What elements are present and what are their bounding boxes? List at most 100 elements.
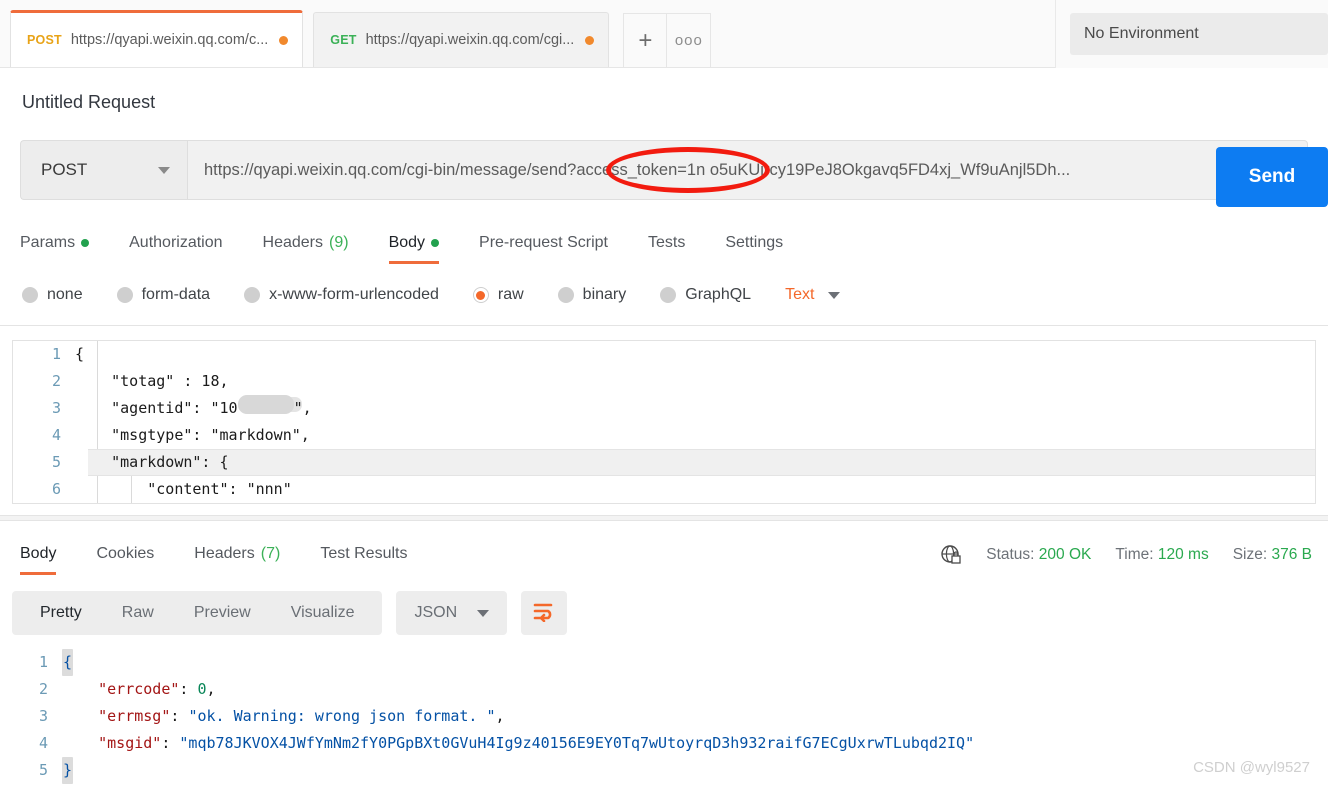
radio-raw-icon: [472, 287, 489, 303]
response-line-2: 2 "errcode": 0,: [0, 676, 1328, 703]
response-sep-4: :: [161, 734, 180, 752]
body-type-binary[interactable]: binary: [557, 286, 626, 304]
body-line-3-number: 3: [51, 399, 61, 417]
divider: [0, 325, 1328, 326]
status-label-group: Status: 200 OK: [986, 546, 1091, 564]
response-sep-3: :: [170, 707, 189, 725]
view-mode-preview[interactable]: Preview: [174, 604, 271, 622]
size-value: 376 B: [1271, 546, 1312, 563]
radio-graphql-icon: [660, 287, 677, 303]
chevron-down-icon: [158, 166, 170, 174]
response-body-viewer[interactable]: 1 { 2 "errcode": 0, 3 "errmsg": "ok. War…: [0, 649, 1328, 784]
body-line-5-number: 5: [51, 453, 61, 471]
tab-headers-count: (9): [329, 234, 349, 251]
body-type-none-label: none: [47, 286, 83, 303]
url-input[interactable]: https://qyapi.weixin.qq.com/cgi-bin/mess…: [187, 140, 1308, 200]
response-line-4-number: 4: [38, 734, 48, 752]
response-line-5-number: 5: [38, 761, 48, 779]
response-format-selector[interactable]: JSON: [396, 591, 508, 635]
body-line-3-suffix: ",: [293, 399, 312, 417]
response-line-5-text: }: [62, 757, 74, 784]
response-tab-body[interactable]: Body: [20, 545, 57, 575]
response-line-1: 1 {: [0, 649, 1328, 676]
tab-params[interactable]: Params: [20, 234, 90, 264]
http-method-value: POST: [41, 160, 88, 179]
raw-format-value: Text: [785, 286, 815, 303]
body-line-2: 2 "totag" : 18,: [13, 368, 1315, 395]
body-line-1-number: 1: [51, 345, 61, 363]
body-type-form-data-label: form-data: [141, 286, 211, 303]
time-label-group: Time: 120 ms: [1115, 546, 1208, 564]
response-key-msgid: "msgid": [98, 734, 162, 752]
response-view-mode-group: Pretty Raw Preview Visualize: [12, 591, 383, 635]
tab-options-button[interactable]: ooo: [667, 13, 712, 67]
send-button[interactable]: Send: [1216, 147, 1328, 207]
body-line-6-text: "content": "nnn": [75, 480, 292, 498]
size-label-group: Size: 376 B: [1233, 546, 1312, 564]
raw-format-selector[interactable]: Text: [785, 286, 841, 304]
body-type-urlencoded-label: x-www-form-urlencoded: [269, 286, 439, 303]
body-line-2-text: "totag" : 18,: [75, 372, 229, 390]
tab-headers[interactable]: Headers (9): [263, 234, 349, 264]
view-mode-visualize[interactable]: Visualize: [271, 604, 375, 622]
request-tab-1-url: https://qyapi.weixin.qq.com/c...: [70, 32, 269, 48]
url-bar: POST https://qyapi.weixin.qq.com/cgi-bin…: [20, 140, 1308, 200]
body-type-radio-group: none form-data x-www-form-urlencoded raw…: [22, 278, 1328, 312]
request-tab-1[interactable]: POST https://qyapi.weixin.qq.com/c...: [10, 10, 304, 67]
view-mode-pretty[interactable]: Pretty: [20, 604, 102, 622]
response-tab-headers[interactable]: Headers (7): [194, 545, 280, 575]
tab-body[interactable]: Body: [388, 234, 440, 264]
body-line-4-text: "msgtype": "markdown",: [75, 426, 310, 444]
request-section-tabs: Params Authorization Headers (9) Body Pr…: [20, 222, 1328, 264]
wrap-lines-button[interactable]: [521, 591, 568, 635]
pane-divider[interactable]: [0, 515, 1328, 521]
response-value-errcode: 0: [197, 680, 207, 698]
body-type-form-data[interactable]: form-data: [116, 286, 211, 304]
body-type-urlencoded[interactable]: x-www-form-urlencoded: [244, 286, 439, 304]
page-title: Untitled Request: [22, 92, 156, 112]
globe-lock-icon[interactable]: [940, 544, 962, 566]
tab-authorization-label: Authorization: [129, 234, 223, 251]
view-mode-raw[interactable]: Raw: [102, 604, 174, 622]
tab-settings[interactable]: Settings: [725, 234, 783, 264]
response-close-brace: }: [62, 757, 74, 784]
body-line-6-number: 6: [51, 480, 61, 498]
radio-urlencoded-icon: [244, 287, 261, 303]
redacted-agentid-block: [237, 395, 294, 414]
response-line-4: 4 "msgid": "mqb78JKVOX4JWfYmNm2fY0PGpBXt…: [0, 730, 1328, 757]
response-value-msgid: "mqb78JKVOX4JWfYmNm2fY0PGpBXt0GVuH4Ig9z4…: [179, 734, 975, 752]
request-tab-2-unsaved-dot[interactable]: [585, 35, 595, 45]
tab-authorization[interactable]: Authorization: [129, 234, 222, 264]
body-type-none[interactable]: none: [22, 286, 83, 304]
response-format-value: JSON: [414, 604, 458, 621]
response-line-2-text: "errcode": 0,: [62, 676, 215, 703]
request-tab-2[interactable]: GET https://qyapi.weixin.qq.com/cgi...: [313, 12, 610, 67]
body-type-raw[interactable]: raw: [472, 286, 524, 304]
response-line-3-text: "errmsg": "ok. Warning: wrong json forma…: [62, 703, 504, 730]
tab-headers-label: Headers: [262, 234, 323, 251]
status-value: 200 OK: [1038, 546, 1092, 563]
chevron-down-icon: [828, 291, 841, 299]
body-type-graphql[interactable]: GraphQL: [660, 286, 751, 304]
response-key-errcode: "errcode": [98, 680, 180, 698]
response-tab-cookies[interactable]: Cookies: [96, 545, 154, 575]
response-tab-test-results-label: Test Results: [320, 545, 408, 562]
response-line-5: 5 }: [0, 757, 1328, 784]
response-toolbar: Pretty Raw Preview Visualize JSON: [12, 591, 1328, 635]
environment-selector[interactable]: No Environment: [1070, 13, 1328, 55]
radio-binary-icon: [557, 287, 574, 303]
http-method-selector[interactable]: POST: [20, 140, 187, 200]
tab-body-label: Body: [388, 234, 426, 251]
open-request-tabs: POST https://qyapi.weixin.qq.com/c... GE…: [0, 0, 712, 67]
body-line-3-text: "agentid": "10: [75, 399, 238, 417]
response-tab-cookies-label: Cookies: [96, 545, 155, 562]
request-body-editor[interactable]: 1 { 2 "totag" : 18, 3 "agentid": "10 ", 4…: [12, 340, 1316, 504]
response-tab-test-results[interactable]: Test Results: [320, 545, 407, 575]
tab-pre-request-script[interactable]: Pre-request Script: [479, 234, 608, 264]
tab-strip: POST https://qyapi.weixin.qq.com/c... GE…: [0, 0, 1328, 68]
new-tab-button[interactable]: +: [623, 13, 668, 67]
environment-area: No Environment: [1055, 0, 1328, 68]
request-tab-1-unsaved-dot[interactable]: [279, 35, 289, 45]
response-tab-headers-label: Headers: [194, 545, 255, 562]
tab-tests[interactable]: Tests: [648, 234, 685, 264]
